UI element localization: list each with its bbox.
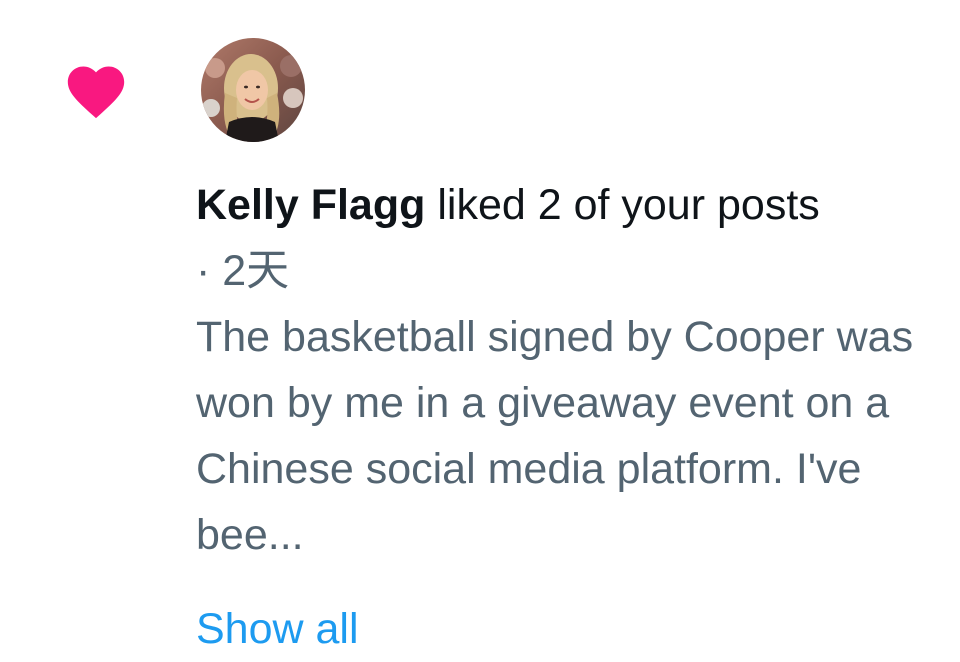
user-name[interactable]: Kelly Flagg	[196, 181, 425, 229]
user-avatar[interactable]	[201, 38, 305, 142]
show-all-link[interactable]: Show all	[196, 596, 359, 662]
avatar-image	[201, 38, 305, 142]
notification-content: Kelly Flagg liked 2 of your posts · 2天 T…	[196, 172, 936, 662]
heart-icon	[67, 66, 125, 119]
timestamp[interactable]: · 2天	[196, 238, 936, 304]
action-text: liked 2 of your posts	[425, 181, 820, 229]
notification-headline: Kelly Flagg liked 2 of your posts	[196, 172, 936, 238]
post-preview-text[interactable]: The basketball signed by Cooper was won …	[196, 304, 926, 568]
like-notification[interactable]: Kelly Flagg liked 2 of your posts · 2天 T…	[0, 0, 960, 653]
